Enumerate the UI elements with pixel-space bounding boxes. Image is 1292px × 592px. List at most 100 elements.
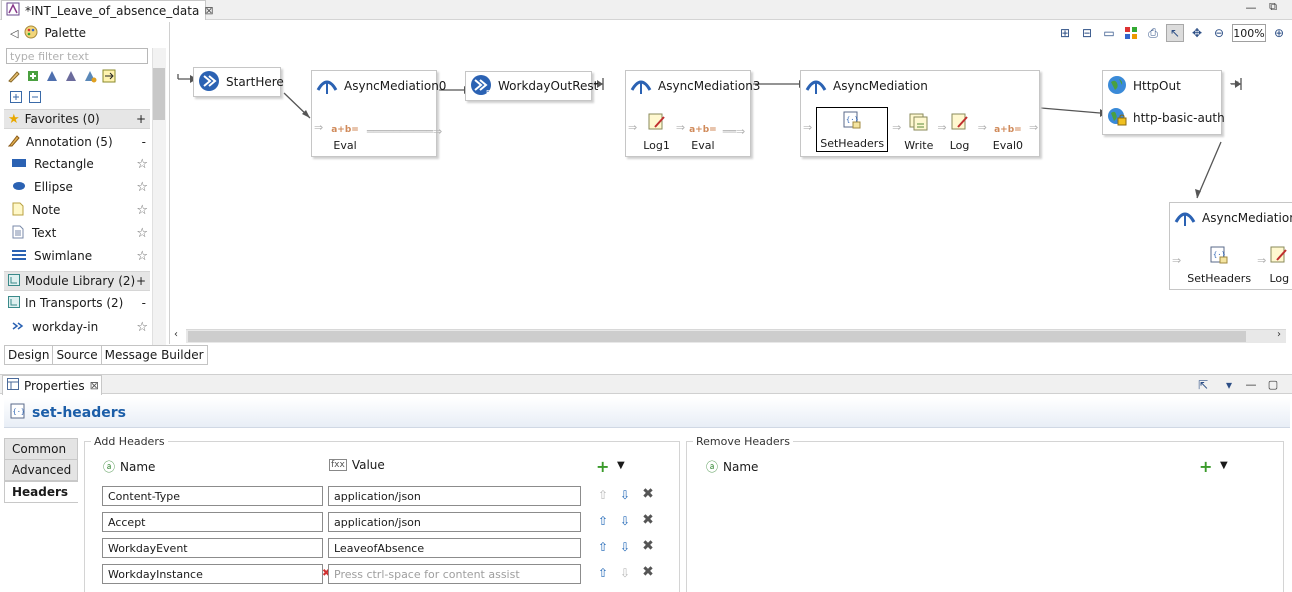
- header-name-field[interactable]: Accept: [102, 512, 323, 532]
- add-dropdown-icon[interactable]: ▼: [1220, 460, 1228, 471]
- tab-advanced[interactable]: Advanced: [4, 459, 78, 481]
- drawer-module-library[interactable]: Module Library (2) +: [4, 271, 150, 291]
- step-eval[interactable]: a+b= Eval: [689, 125, 717, 152]
- add-remove-header-icon[interactable]: +: [1199, 457, 1212, 476]
- add-dropdown-icon[interactable]: ▼: [617, 460, 625, 471]
- star-outline-icon[interactable]: ☆: [136, 320, 148, 335]
- delete-icon[interactable]: ✖: [641, 564, 655, 580]
- node-asyncmediation3[interactable]: AsyncMediation3 ⇒ Log1 ⇒ a+b= Eval ══⇒: [625, 70, 760, 157]
- canvas-scroll-thumb[interactable]: [188, 331, 1246, 342]
- star-outline-icon[interactable]: ☆: [136, 157, 148, 172]
- auth-row[interactable]: http-basic-auth: [1107, 105, 1225, 131]
- header-name-field[interactable]: WorkdayInstance: [102, 564, 323, 584]
- star-outline-icon[interactable]: ☆: [136, 180, 148, 195]
- maximize-icon[interactable]: ▢: [1266, 377, 1280, 391]
- drawer-toggle[interactable]: +: [136, 274, 146, 288]
- drawer-annotation[interactable]: Annotation (5) -: [4, 132, 150, 152]
- step-log[interactable]: Log: [1269, 245, 1289, 285]
- async-mediation-icon: [805, 74, 827, 99]
- move-down-icon[interactable]: ⇩: [618, 488, 632, 502]
- palette-item-ellipse[interactable]: Ellipse ☆: [8, 176, 150, 198]
- mediation-tool-icon[interactable]: [25, 68, 41, 84]
- step-eval0[interactable]: a+b= Eval0: [993, 125, 1023, 152]
- collapse-arrow-icon[interactable]: ◁: [10, 27, 18, 40]
- node-asyncmediation-partial[interactable]: AsyncMediation1 ⇒ {·} SetHeaders ⇒ Log: [1169, 202, 1292, 290]
- delete-icon[interactable]: ✖: [641, 512, 655, 528]
- node-starthere[interactable]: StartHere: [193, 67, 284, 97]
- delete-icon[interactable]: ✖: [641, 538, 655, 554]
- palette-scroll-thumb[interactable]: [153, 68, 165, 120]
- handler-tool-icon[interactable]: [82, 68, 98, 84]
- step-label: Log: [1269, 272, 1290, 285]
- step-eval[interactable]: a+b= Eval: [331, 125, 359, 152]
- palette-item-note[interactable]: Note ☆: [8, 199, 150, 221]
- drawer-toggle[interactable]: -: [142, 296, 146, 310]
- move-down-icon[interactable]: ⇩: [618, 566, 632, 580]
- expand-all-icon[interactable]: [8, 89, 24, 105]
- collapse-all-icon[interactable]: [27, 89, 43, 105]
- drawer-label: Annotation (5): [26, 135, 113, 149]
- editor-tab[interactable]: *INT_Leave_of_absence_data ⊠: [1, 0, 214, 20]
- node-asyncmediation[interactable]: AsyncMediation ⇒ {·} SetHeaders ⇒ Write …: [800, 70, 1040, 157]
- move-up-icon[interactable]: ⇧: [596, 488, 610, 502]
- tab-source[interactable]: Source: [52, 345, 102, 365]
- sequence-tool-icon[interactable]: [101, 68, 117, 84]
- view-menu-icon[interactable]: ▾: [1220, 376, 1238, 394]
- node-title-row: AsyncMediation0: [316, 73, 446, 99]
- scroll-right-icon[interactable]: ›: [1277, 329, 1281, 340]
- palette-item-swimlane[interactable]: Swimlane ☆: [8, 245, 150, 267]
- restore-icon[interactable]: ⧉: [1266, 0, 1280, 14]
- node-workdayoutrest[interactable]: R WorkdayOutRest: [465, 71, 598, 101]
- star-outline-icon[interactable]: ☆: [136, 203, 148, 218]
- drawer-toggle[interactable]: -: [142, 135, 146, 149]
- assembly-canvas[interactable]: ⊞ ⊟ ▭ ⎙ ↖ ✥ ⊖ 100% ⊕ StartHere AsyncMedi…: [171, 22, 1292, 344]
- expression-icon: fxx: [329, 459, 347, 471]
- select-tool-icon[interactable]: [6, 68, 22, 84]
- close-icon[interactable]: ⊠: [204, 4, 213, 17]
- tab-message-builder[interactable]: Message Builder: [100, 345, 208, 365]
- palette-header[interactable]: ◁ Palette: [0, 22, 170, 44]
- move-down-icon[interactable]: ⇩: [618, 514, 632, 528]
- add-header-icon[interactable]: +: [596, 457, 609, 476]
- star-outline-icon[interactable]: ☆: [136, 249, 148, 264]
- palette-item-rectangle[interactable]: Rectangle ☆: [8, 153, 150, 175]
- header-value-field[interactable]: application/json: [328, 486, 581, 506]
- tab-headers[interactable]: Headers: [4, 481, 78, 503]
- step-log1[interactable]: Log1: [643, 112, 670, 152]
- header-value-field[interactable]: application/json: [328, 512, 581, 532]
- move-down-icon[interactable]: ⇩: [618, 540, 632, 554]
- palette-item-text[interactable]: Text ☆: [8, 222, 150, 244]
- step-setheaders[interactable]: {·} SetHeaders: [1187, 245, 1251, 285]
- step-write[interactable]: Write: [904, 112, 933, 152]
- tab-common[interactable]: Common: [4, 438, 78, 460]
- tab-design[interactable]: Design: [4, 345, 54, 365]
- header-value-field[interactable]: Press ctrl-space for content assist: [328, 564, 581, 584]
- close-icon[interactable]: ⊠: [90, 379, 99, 392]
- drawer-in-transports[interactable]: In Transports (2) -: [4, 293, 150, 313]
- properties-tab[interactable]: Properties ⊠: [2, 375, 102, 395]
- star-outline-icon[interactable]: ☆: [136, 226, 148, 241]
- header-name-field[interactable]: Content-Type: [102, 486, 323, 506]
- move-up-icon[interactable]: ⇧: [596, 540, 610, 554]
- minimize-icon[interactable]: —: [1244, 0, 1258, 14]
- node-httpout[interactable]: HttpOut http-basic-auth ⇥: [1102, 70, 1239, 135]
- drawer-favorites[interactable]: ★ Favorites (0) +: [4, 109, 150, 129]
- move-up-icon[interactable]: ⇧: [596, 566, 610, 580]
- palette-item-workday-in[interactable]: workday-in ☆: [8, 316, 150, 338]
- connector-arrow-icon: ⇒: [1257, 254, 1267, 267]
- pin-icon[interactable]: ⇱: [1194, 376, 1212, 394]
- step-tool-icon[interactable]: [44, 68, 60, 84]
- route-tool-icon[interactable]: [63, 68, 79, 84]
- header-name-field[interactable]: WorkdayEvent: [102, 538, 323, 558]
- delete-icon[interactable]: ✖: [641, 486, 655, 502]
- step-log[interactable]: Log: [950, 112, 970, 152]
- node-asyncmediation0[interactable]: AsyncMediation0 ⇒ a+b= Eval ══════════⇒: [311, 70, 446, 157]
- scroll-left-icon[interactable]: ‹: [174, 329, 178, 340]
- move-up-icon[interactable]: ⇧: [596, 514, 610, 528]
- header-value-field[interactable]: LeaveofAbsence: [328, 538, 581, 558]
- minimize-icon[interactable]: —: [1244, 377, 1258, 391]
- drawer-toggle[interactable]: +: [136, 112, 146, 126]
- step-setheaders[interactable]: {·} SetHeaders: [816, 107, 889, 152]
- palette-filter-input[interactable]: type filter text: [6, 48, 148, 64]
- editor-mode-tabs: Design Source Message Builder: [4, 345, 208, 365]
